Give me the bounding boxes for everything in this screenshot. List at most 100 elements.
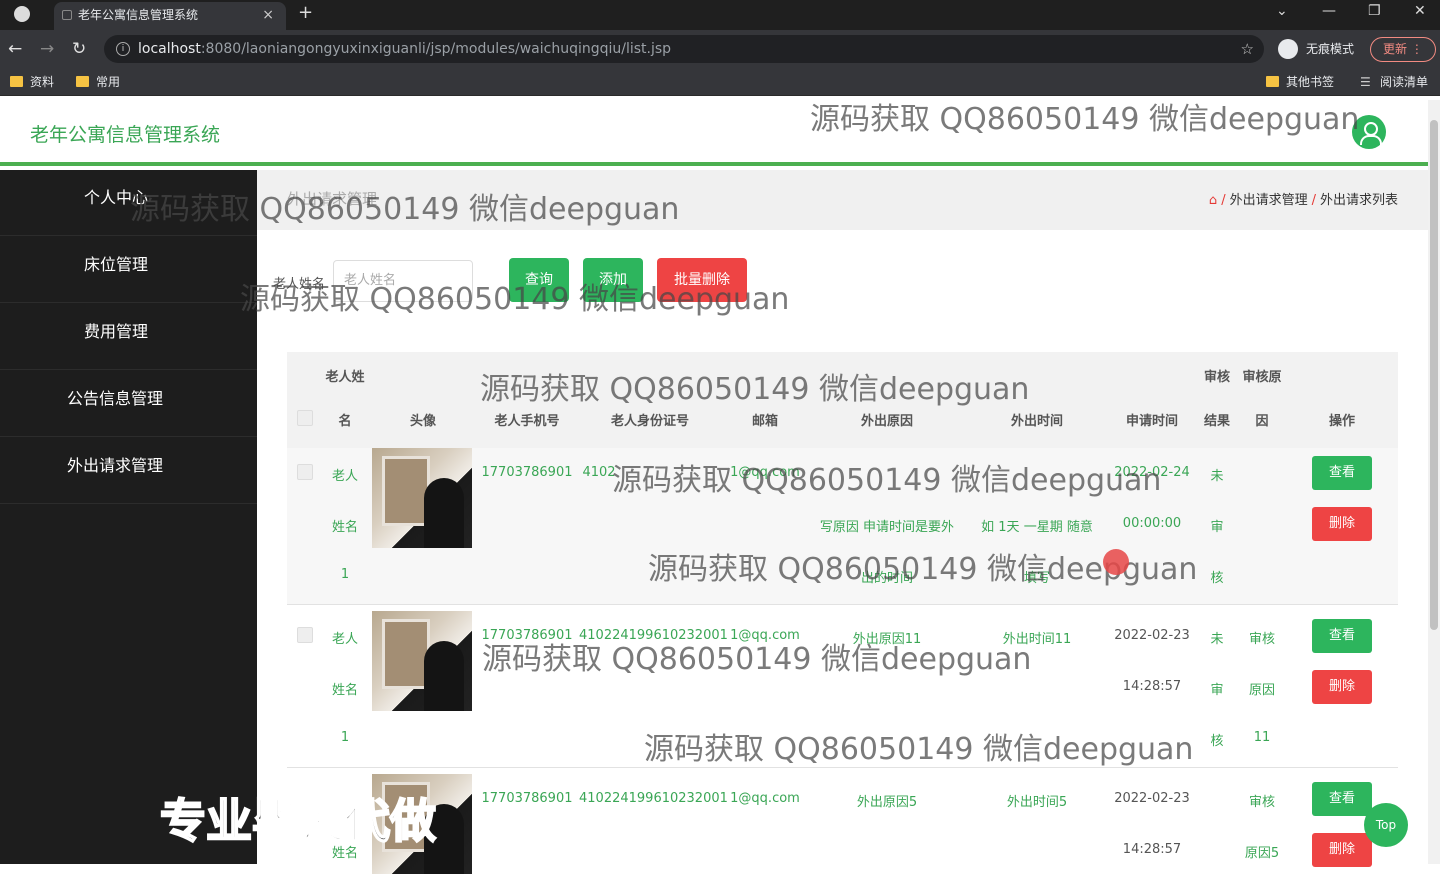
bookmark-folder[interactable]: 常用 <box>76 74 120 90</box>
cell-name: 姓名 <box>331 683 358 698</box>
back-to-top-button[interactable]: Top <box>1364 803 1408 847</box>
browser-tab-bar: 老年公寓信息管理系统 × + ⌄ — ❐ ✕ <box>0 0 1440 30</box>
cell-audit-reason: 审核 <box>1248 795 1275 810</box>
minimize-icon[interactable]: — <box>1322 3 1336 19</box>
url-host: localhost <box>138 41 201 57</box>
page-title: 外出请求管理 <box>287 190 378 208</box>
cell-idcard: 4102 <box>582 465 616 480</box>
watermark-big: 专业毕设代做 <box>159 793 437 849</box>
th-reason: 外出原因 <box>860 414 913 429</box>
row-checkbox[interactable] <box>297 627 313 643</box>
reading-list[interactable]: ☰ 阅读清单 <box>1360 74 1428 90</box>
delete-button[interactable]: 删除 <box>1312 833 1372 867</box>
view-button[interactable]: 查看 <box>1312 456 1372 490</box>
sidebar-item-label: 床位管理 <box>84 255 149 274</box>
th-audit-reason: 审核原 <box>1242 370 1282 385</box>
cell-apply-time: 2022-02-23 <box>1114 791 1190 806</box>
delete-button[interactable]: 删除 <box>1312 670 1372 704</box>
cell-audit-reason: 原因5 <box>1244 846 1280 861</box>
th-out-time: 外出时间 <box>1010 414 1063 429</box>
bookmark-folder[interactable]: 资料 <box>10 74 54 90</box>
search-input[interactable]: 老人姓名 <box>333 260 473 302</box>
url-path: :8080/laoniangongyuxinxiguanli/jsp/modul… <box>200 41 672 57</box>
app-header: 老年公寓信息管理系统 <box>0 100 1428 166</box>
cell-audit-result: 未 <box>1210 632 1224 647</box>
breadcrumb-item: 外出请求列表 <box>1319 193 1398 208</box>
table-row[interactable]: 老人 姓名 1 17703786901 4102 1@qq.com 写原因 申请… <box>287 448 1398 605</box>
cell-audit-result: 审 <box>1210 683 1224 698</box>
cell-email: 1@qq.com <box>730 791 800 806</box>
query-button[interactable]: 查询 <box>509 258 569 302</box>
delete-button[interactable]: 删除 <box>1312 507 1372 541</box>
tab-search-icon[interactable]: ⌄ <box>1276 3 1288 19</box>
browser-tab[interactable]: 老年公寓信息管理系统 × <box>54 2 286 30</box>
sidebar-item-beds[interactable]: 床位管理 <box>0 237 257 303</box>
add-button[interactable]: 添加 <box>583 258 643 302</box>
cell-audit-result: 未 <box>1210 469 1224 484</box>
bookmark-star-icon[interactable]: ☆ <box>1241 35 1254 63</box>
th-phone: 老人手机号 <box>494 414 560 429</box>
url-field[interactable]: i localhost:8080/laoniangongyuxinxiguanl… <box>104 35 1264 63</box>
breadcrumb-item[interactable]: 外出请求管理 <box>1230 193 1308 208</box>
bookmark-label: 阅读清单 <box>1380 75 1429 89</box>
reload-icon[interactable]: ↻ <box>72 39 86 59</box>
tab-favicon-icon <box>62 10 72 20</box>
breadcrumb-bar: 外出请求管理 ⌂ / 外出请求管理 / 外出请求列表 <box>257 170 1428 230</box>
cell-out-time: 如 1天 一星期 随意 <box>981 520 1093 535</box>
cell-reason: 外出原因5 <box>856 795 918 810</box>
breadcrumb: ⌂ / 外出请求管理 / 外出请求列表 <box>1208 193 1398 208</box>
cell-email: 1@qq.com <box>730 628 800 643</box>
app-title: 老年公寓信息管理系统 <box>30 124 221 146</box>
forward-icon[interactable]: → <box>40 39 54 59</box>
folder-icon <box>10 76 23 87</box>
cell-apply-time: 00:00:00 <box>1122 516 1182 531</box>
th-idcard: 老人身份证号 <box>610 414 689 429</box>
search-label: 老人姓名 <box>273 277 326 292</box>
cell-audit-result: 核 <box>1210 571 1224 586</box>
cell-name: 老人 <box>331 632 358 647</box>
window-close-icon[interactable]: ✕ <box>1414 3 1426 19</box>
browser-menu-icon[interactable] <box>14 6 30 22</box>
sidebar-item-profile[interactable]: 个人中心 <box>0 170 257 236</box>
select-all-checkbox[interactable] <box>297 410 313 426</box>
table-row[interactable]: 老人 姓名 1 17703786901 410224199610232001 1… <box>287 605 1398 768</box>
th-apply-time: 申请时间 <box>1125 414 1178 429</box>
cell-reason: 写原因 申请时间是要外 <box>819 520 955 535</box>
user-avatar-icon[interactable] <box>1352 115 1386 149</box>
scrollbar-thumb[interactable] <box>1430 120 1438 630</box>
new-tab-button[interactable]: + <box>298 2 313 23</box>
sidebar-item-fees[interactable]: 费用管理 <box>0 304 257 370</box>
sidebar-item-notices[interactable]: 公告信息管理 <box>0 371 257 437</box>
cell-phone: 17703786901 <box>481 628 573 643</box>
th-email: 邮箱 <box>751 414 778 429</box>
incognito-badge[interactable]: 无痕模式 <box>1278 37 1354 61</box>
th-name: 名 <box>338 414 352 429</box>
cell-apply-time: 14:28:57 <box>1122 679 1182 694</box>
bookmark-folder[interactable]: 其他书签 <box>1266 74 1334 90</box>
tab-close-icon[interactable]: × <box>262 2 274 28</box>
th-name: 老人姓 <box>325 370 365 385</box>
site-info-icon[interactable]: i <box>116 42 130 56</box>
batch-delete-button[interactable]: 批量删除 <box>657 258 747 302</box>
home-icon[interactable]: ⌂ <box>1209 193 1217 208</box>
view-button[interactable]: 查看 <box>1312 782 1372 816</box>
cell-name: 1 <box>340 567 350 582</box>
folder-icon <box>76 76 89 87</box>
incognito-label: 无痕模式 <box>1306 42 1355 56</box>
update-button[interactable]: 更新 ⋮ <box>1370 37 1436 62</box>
sidebar-item-label: 费用管理 <box>84 322 149 341</box>
sidebar-item-label: 外出请求管理 <box>67 456 164 475</box>
avatar-image <box>372 611 472 711</box>
page-scrollbar[interactable] <box>1428 100 1440 864</box>
row-checkbox[interactable] <box>297 464 313 480</box>
cell-apply-time: 2022-02-24 <box>1114 465 1190 480</box>
cell-reason: 外出原因11 <box>852 632 922 647</box>
cell-idcard: 410224199610232001 <box>579 628 728 643</box>
bookmark-label: 其他书签 <box>1286 75 1335 89</box>
back-icon[interactable]: ← <box>8 39 22 59</box>
restore-icon[interactable]: ❐ <box>1368 3 1381 19</box>
sidebar-item-outings[interactable]: 外出请求管理 <box>0 438 257 504</box>
table-row[interactable]: 姓名 17703786901 410224199610232001 1@qq.c… <box>287 768 1398 874</box>
view-button[interactable]: 查看 <box>1312 619 1372 653</box>
cell-out-time: 外出时间11 <box>1002 632 1072 647</box>
